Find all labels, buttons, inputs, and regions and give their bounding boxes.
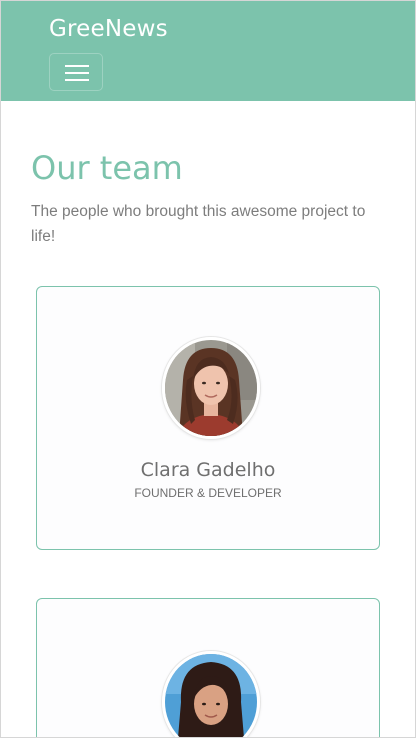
navbar: GreeNews xyxy=(1,1,415,101)
team-member-card: Clara Gadelho FOUNDER & DEVELOPER xyxy=(36,286,380,550)
menu-toggle-button[interactable] xyxy=(49,53,103,91)
page-frame: GreeNews Our team The people who brought… xyxy=(0,0,416,738)
member-avatar xyxy=(162,651,260,737)
member-role: FOUNDER & DEVELOPER xyxy=(134,486,282,500)
member-avatar xyxy=(162,337,260,439)
team-member-card xyxy=(36,598,380,737)
page-subtitle: The people who brought this awesome proj… xyxy=(31,203,366,245)
page-title: Our team xyxy=(31,149,183,187)
member-name: Clara Gadelho xyxy=(140,459,276,481)
brand-logo[interactable]: GreeNews xyxy=(49,16,168,42)
